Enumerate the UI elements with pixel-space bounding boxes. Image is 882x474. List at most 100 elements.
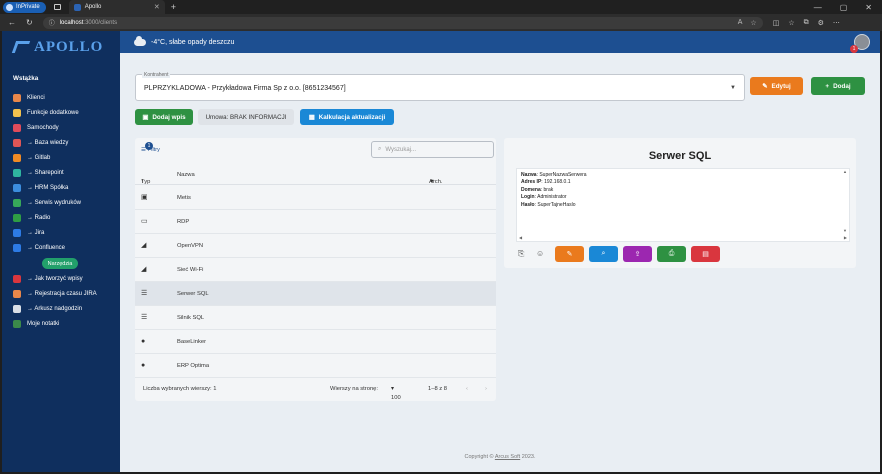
sidebar-item-label: → Serwis wydruków xyxy=(27,199,82,206)
table-row[interactable]: ☰ Silnik SQL xyxy=(135,306,496,330)
table-row[interactable]: ◢ OpenVPN xyxy=(135,234,496,258)
search-input[interactable]: ⌕ Wyszukaj... xyxy=(371,141,494,158)
sidebar-item[interactable]: → Confluence xyxy=(2,240,120,255)
table-row[interactable]: ◢ Sieć Wi-Fi xyxy=(135,258,496,282)
info-icon[interactable]: ⓘ xyxy=(49,18,55,27)
contractor-label: Kontrahent xyxy=(142,72,171,78)
app-window: APOLLO Wstążka Klienci Funkcje dodatkowe S… xyxy=(2,31,880,472)
detail-field-value: 192.168.0.1 xyxy=(544,179,571,186)
back-icon[interactable]: ← xyxy=(8,18,16,27)
jira-icon xyxy=(13,228,21,237)
sidebar-item[interactable]: → Serwis wydruków xyxy=(2,195,120,210)
browser-tab[interactable]: Apollo ✕ xyxy=(68,0,165,14)
favorite-star-icon[interactable]: ☆ xyxy=(750,19,756,27)
user-icon[interactable]: ☺ xyxy=(536,249,544,258)
filters-button[interactable]: ☰ 1 Filtry xyxy=(141,142,160,153)
sidebar-item[interactable]: → Jira xyxy=(2,225,120,240)
reload-icon[interactable]: ↻ xyxy=(26,18,33,27)
calc-button[interactable]: ▦ Kalkulacja aktualizacji xyxy=(300,109,394,125)
table-footer: Liczba wybranych wierszy: 1 Wierszy na s… xyxy=(135,377,496,401)
message-icon: ▤ xyxy=(702,251,709,258)
message-button[interactable]: ▤ xyxy=(691,246,720,262)
tools-button[interactable]: Narzędzia xyxy=(42,258,78,269)
add-entry-button[interactable]: ▣ Dodaj wpis xyxy=(135,109,193,125)
table-row[interactable]: ☰ Serwer SQL xyxy=(135,282,496,306)
horizontal-scrollbar[interactable]: ◀ ▶ xyxy=(517,235,847,241)
new-tab-icon[interactable]: + xyxy=(171,2,176,12)
list-icon: ☰ xyxy=(141,314,148,321)
tab-actions-icon[interactable] xyxy=(53,4,61,10)
maximize-icon[interactable]: ▢ xyxy=(840,3,848,12)
footer-link[interactable]: Arcus Soft xyxy=(495,454,520,460)
tools-icon xyxy=(13,108,21,117)
favorites-icon[interactable]: ☆ xyxy=(788,19,794,27)
col-name-header[interactable]: Nazwa xyxy=(177,172,195,178)
close-window-icon[interactable]: ✕ xyxy=(865,3,872,12)
close-tab-icon[interactable]: ✕ xyxy=(154,3,160,11)
copy-icon[interactable]: ⎘ xyxy=(518,249,524,259)
detail-field-value: SuperNazwaSerwera xyxy=(539,172,587,178)
sidebar-item[interactable]: Samochody xyxy=(2,120,120,135)
url-field[interactable]: ⓘ localhost:3000/clients A ☆ xyxy=(42,16,763,29)
minimize-icon[interactable]: — xyxy=(814,3,822,12)
sidebar-item[interactable]: Funkcje dodatkowe xyxy=(2,105,120,120)
table-row[interactable]: ▣ Metis xyxy=(135,186,496,210)
url-path: :3000/clients xyxy=(83,19,118,26)
sidebar-item[interactable]: → Arkusz nadgodzin xyxy=(2,301,120,316)
vertical-scrollbar[interactable]: ▲ ▼ xyxy=(843,169,847,233)
sidebar-item[interactable]: → Rejestracja czasu JIRA xyxy=(2,286,120,301)
filters-count-badge: 1 xyxy=(145,142,153,150)
rss-icon: ◢ xyxy=(141,242,147,249)
share-button[interactable]: ⇪ xyxy=(623,246,652,262)
split-screen-icon[interactable]: ◫ xyxy=(773,19,780,27)
detail-field: Hasło: SuperTajneHaslo xyxy=(521,201,576,208)
clock-icon xyxy=(13,289,21,298)
extensions-icon[interactable]: ⚙ xyxy=(818,19,824,27)
sidebar-item[interactable]: → HRM Spółka xyxy=(2,180,120,195)
hourglass-icon xyxy=(13,304,21,313)
next-page-icon[interactable]: › xyxy=(485,386,487,392)
rows-per-page-select[interactable]: 100 ▾ xyxy=(391,386,401,401)
sidebar-item-label: → HRM Spółka xyxy=(27,184,69,191)
add-entry-label: Dodaj wpis xyxy=(152,113,186,121)
sidebar-item-label: → Radio xyxy=(27,214,51,221)
apollo-logo[interactable]: APOLLO xyxy=(2,31,120,63)
sharepoint-icon xyxy=(13,168,21,177)
inprivate-badge[interactable]: InPrivate xyxy=(3,1,46,13)
sidebar-item[interactable]: Moje notatki xyxy=(2,316,120,331)
sidebar-item[interactable]: → Gitlab xyxy=(2,150,120,165)
table-header: Typ ↑ Nazwa Arch. ▼ xyxy=(135,165,496,185)
detail-panel: Serwer SQL Nazwa: SuperNazwaSerwera Adres… xyxy=(504,138,856,268)
row-name: Metis xyxy=(177,195,191,201)
edit-label: Edytuj xyxy=(771,82,791,90)
sidebar-item-label: Klienci xyxy=(27,94,45,101)
edit-button[interactable]: ✎ Edytuj xyxy=(750,77,803,95)
add-label: Dodaj xyxy=(833,82,851,90)
sidebar-item[interactable]: → Radio xyxy=(2,210,120,225)
table-row[interactable]: ▭ RDP xyxy=(135,210,496,234)
sidebar-item[interactable]: → Sharepoint xyxy=(2,165,120,180)
clipboard-search-button[interactable]: ⎙ xyxy=(657,246,686,262)
detail-field-key: Login xyxy=(521,194,535,201)
help-icon xyxy=(13,274,21,283)
prev-page-icon[interactable]: ‹ xyxy=(466,386,468,392)
sidebar-item-label: → Gitlab xyxy=(27,154,51,161)
table-row[interactable]: ● BaseLinker xyxy=(135,330,496,354)
edit-entry-button[interactable]: ✎ xyxy=(555,246,584,262)
detail-content: Nazwa: SuperNazwaSerwera Adres IP: 192.16… xyxy=(516,168,850,242)
preview-button[interactable]: ⌕ xyxy=(589,246,618,262)
add-button[interactable]: + Dodaj xyxy=(811,77,865,95)
sidebar-item[interactable]: → Jak tworzyć wpisy xyxy=(2,271,120,286)
table-row[interactable]: ● ERP Optima xyxy=(135,354,496,378)
more-icon[interactable]: ⋯ xyxy=(833,19,840,27)
contractor-select[interactable]: Kontrahent PLPRZYKLADOWA - Przykładowa F… xyxy=(135,72,745,101)
collections-icon[interactable]: ⧉ xyxy=(804,19,809,27)
sidebar-item[interactable]: → Baza wiedzy xyxy=(2,135,120,150)
footer-prefix: Copyright © xyxy=(464,454,494,460)
sidebar-item-label: → Baza wiedzy xyxy=(27,139,69,146)
profile-icon xyxy=(6,3,13,11)
sidebar-item-label: Moje notatki xyxy=(27,320,60,327)
selected-count: Liczba wybranych wierszy: 1 xyxy=(143,386,217,392)
read-aloud-icon[interactable]: A xyxy=(738,19,743,27)
sidebar-item[interactable]: Klienci xyxy=(2,90,120,105)
